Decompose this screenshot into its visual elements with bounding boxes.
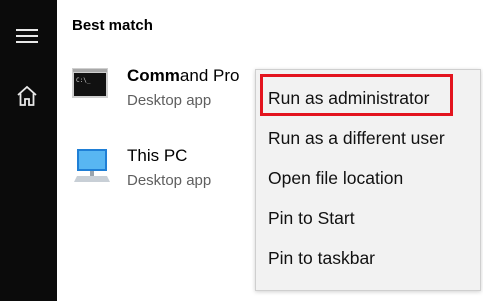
result-title: Command Pro — [127, 66, 240, 85]
menu-item-run-as-different-user[interactable]: Run as a different user — [256, 118, 480, 158]
result-subtitle: Desktop app — [127, 172, 212, 189]
this-pc-icon — [71, 146, 113, 188]
home-icon[interactable] — [15, 84, 39, 108]
menu-item-pin-to-start[interactable]: Pin to Start — [256, 198, 480, 238]
menu-item-pin-to-taskbar[interactable]: Pin to taskbar — [256, 238, 480, 278]
result-title: This PC — [127, 146, 188, 165]
command-prompt-icon: C:\_ — [71, 66, 113, 108]
result-subtitle: Desktop app — [127, 92, 212, 109]
start-sidebar — [0, 0, 57, 301]
menu-item-open-file-location[interactable]: Open file location — [256, 158, 480, 198]
context-menu: Run as administrator Run as a different … — [255, 69, 481, 291]
svg-text:C:\_: C:\_ — [76, 77, 91, 84]
hamburger-menu-icon[interactable] — [16, 29, 38, 43]
section-title: Best match — [72, 17, 153, 34]
highlight-box — [260, 74, 453, 116]
search-results-panel: Best match C:\_ Command Pro Desktop app … — [57, 0, 483, 301]
